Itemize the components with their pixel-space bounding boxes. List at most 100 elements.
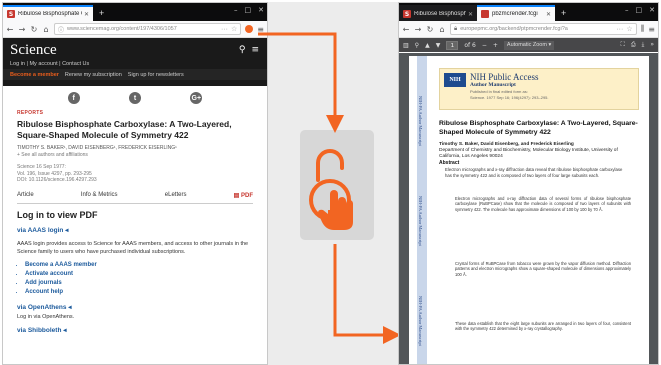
twitter-share-button[interactable]: t xyxy=(128,92,141,104)
affiliations-link[interactable]: + See all authors and affiliations xyxy=(17,152,253,158)
share-buttons: f t G+ xyxy=(3,86,267,108)
prev-page-icon[interactable]: ▲ xyxy=(425,42,430,49)
pdf-toolbar-right: ⛶ ⎙ ⤓ » xyxy=(621,41,654,49)
zoom-in-icon[interactable]: + xyxy=(493,42,498,49)
login-heading: Log in to view PDF xyxy=(17,209,98,220)
zoom-select[interactable]: Automatic Zoom ▾ xyxy=(503,40,555,50)
login-section: Log in to view PDF via AAAS login ◂ AAAS… xyxy=(3,204,267,334)
nih-subtitle: Author Manuscript xyxy=(470,82,516,88)
unpaywall-extension-icon[interactable] xyxy=(245,25,254,33)
search-icon[interactable]: ⚲ xyxy=(415,42,419,49)
library-icon[interactable]: ⫼ xyxy=(641,24,645,34)
url-text: www.sciencemag.org/content/197/4306/1057 xyxy=(67,26,177,32)
new-tab-plus-icon[interactable]: + xyxy=(555,5,572,21)
bookmark-star-icon[interactable]: ☆ xyxy=(626,25,632,33)
reload-icon[interactable]: ↻ xyxy=(30,25,38,34)
body-paragraph: These data establish that the eight larg… xyxy=(455,321,631,332)
close-icon[interactable]: ✕ xyxy=(84,11,89,18)
become-member-link[interactable]: Become a member xyxy=(10,72,59,78)
info-icon[interactable]: ⓘ xyxy=(58,25,64,34)
search-icon[interactable]: ⚲ xyxy=(239,45,246,55)
menu-icon[interactable]: ≡ xyxy=(251,45,259,55)
forward-arrow-icon[interactable]: → xyxy=(414,25,422,34)
close-icon[interactable]: ✕ xyxy=(546,11,551,18)
renew-link[interactable]: Renew my subscription xyxy=(65,72,122,78)
page-actions-icon[interactable]: ··· xyxy=(221,26,228,33)
activate-account-link[interactable]: Activate account xyxy=(25,270,253,279)
account-help-link[interactable]: Account help xyxy=(25,288,253,297)
login-options-list: Become a AAAS member Activate account Ad… xyxy=(17,261,253,297)
next-page-icon[interactable]: ▼ xyxy=(436,42,441,49)
pdf-viewer[interactable]: NIH-PA Author Manuscript NIH-PA Author M… xyxy=(399,53,658,364)
tab-eletters[interactable]: eLetters xyxy=(165,192,187,199)
tab-title: Ribulose Bisphosphate Carbo xyxy=(414,11,466,17)
home-icon[interactable]: ⌂ xyxy=(438,25,446,34)
close-window-icon[interactable]: ✕ xyxy=(649,6,655,14)
via-shibboleth-link[interactable]: via Shibboleth ◂ xyxy=(17,326,253,334)
tab-pdf-render[interactable]: pbzmcrender.fcgi ✕ xyxy=(477,5,555,21)
maximize-icon[interactable]: □ xyxy=(245,6,252,14)
article-authors[interactable]: TIMOTHY S. BAKER¹, DAVID EISENBERG¹, FRE… xyxy=(17,145,253,151)
pdf-label: PDF xyxy=(241,192,253,199)
tab-info-metrics[interactable]: Info & Metrics xyxy=(81,192,118,199)
print-icon[interactable]: ⎙ xyxy=(631,41,636,49)
newsletter-link[interactable]: Sign up for newsletters xyxy=(128,72,184,78)
back-arrow-icon[interactable]: ← xyxy=(402,25,410,34)
section-label: REPORTS xyxy=(17,110,44,116)
tools-icon[interactable]: » xyxy=(650,41,654,49)
page-actions-icon[interactable]: ··· xyxy=(616,26,623,33)
zoom-out-icon[interactable]: − xyxy=(482,42,487,49)
meta-line: DOI: 10.1126/science.196.4297.293 xyxy=(17,177,97,183)
pdf-toolbar: ▥ ⚲ ▲ ▼ 1 of 6 − + Automatic Zoom ▾ ⛶ ⎙ … xyxy=(399,38,658,52)
become-aaas-member-link[interactable]: Become a AAAS member xyxy=(25,261,253,270)
url-bar[interactable]: 🔒︎ europepmc.org/backend/ptpmcrender.fcg… xyxy=(450,23,637,35)
science-logo[interactable]: Science xyxy=(10,42,260,59)
minimize-icon[interactable]: – xyxy=(234,6,238,14)
via-openathens-link[interactable]: via OpenAthens ◂ xyxy=(17,303,253,311)
abstract-heading: Abstract xyxy=(439,160,460,166)
navigation-bar: ← → ↻ ⌂ ⓘ www.sciencemag.org/content/197… xyxy=(3,21,267,38)
science-favicon-icon: S xyxy=(403,10,411,18)
pdf-page: NIH-PA Author Manuscript NIH-PA Author M… xyxy=(409,56,649,364)
science-header: Science ⚲ ≡ Log in | My account | Contac… xyxy=(3,38,267,86)
url-bar[interactable]: ⓘ www.sciencemag.org/content/197/4306/10… xyxy=(54,23,242,35)
tab-article[interactable]: Article xyxy=(17,192,34,199)
lock-icon[interactable]: 🔒︎ xyxy=(454,26,457,33)
window-controls: – □ ✕ xyxy=(234,6,264,14)
twitter-icon: t xyxy=(128,92,141,104)
sidebar-toggle-icon[interactable]: ▥ xyxy=(403,42,409,49)
nih-logo: NIH xyxy=(444,73,466,87)
page-count: of 6 xyxy=(464,41,476,49)
tab-title: Ribulose Bisphosphate Carbox xyxy=(18,11,82,17)
presentation-icon[interactable]: ⛶ xyxy=(621,41,625,49)
home-icon[interactable]: ⌂ xyxy=(42,25,50,34)
tab-pdf[interactable]: ▤ PDF xyxy=(234,192,253,199)
facebook-share-button[interactable]: f xyxy=(67,92,80,104)
via-aaas-link[interactable]: via AAAS login ◂ xyxy=(17,226,253,234)
hamburger-menu-icon[interactable]: ≡ xyxy=(257,25,264,34)
openathens-text: Log in via OpenAthens. xyxy=(17,313,75,320)
hamburger-menu-icon[interactable]: ≡ xyxy=(648,25,655,34)
download-icon[interactable]: ⤓ xyxy=(642,41,645,49)
forward-arrow-icon[interactable]: → xyxy=(18,25,26,34)
chevron-down-icon: ◂ xyxy=(65,226,69,234)
tab-science-article[interactable]: S Ribulose Bisphosphate Carbox ✕ xyxy=(3,5,93,21)
chevron-down-icon: ◂ xyxy=(63,326,67,334)
reload-icon[interactable]: ↻ xyxy=(426,25,434,34)
googleplus-share-button[interactable]: G+ xyxy=(190,92,203,104)
science-browser-window: S Ribulose Bisphosphate Carbox ✕ + – □ ✕… xyxy=(2,2,268,365)
abstract-text: Electron micrographs and x-ray diffracti… xyxy=(445,167,623,178)
close-icon[interactable]: ✕ xyxy=(468,11,473,18)
article-tabs: Article Info & Metrics eLetters ▤ PDF xyxy=(17,192,253,204)
tab-science-article[interactable]: S Ribulose Bisphosphate Carbo ✕ xyxy=(399,5,477,21)
bookmark-star-icon[interactable]: ☆ xyxy=(231,25,237,33)
tab-bar: S Ribulose Bisphosphate Carbo ✕ pbzmcren… xyxy=(399,3,658,21)
minimize-icon[interactable]: – xyxy=(625,6,629,14)
add-journals-link[interactable]: Add journals xyxy=(25,279,253,288)
page-number-input[interactable]: 1 xyxy=(446,40,459,50)
close-window-icon[interactable]: ✕ xyxy=(258,6,264,14)
account-links[interactable]: Log in | My account | Contact Us xyxy=(10,61,260,67)
back-arrow-icon[interactable]: ← xyxy=(6,25,14,34)
new-tab-plus-icon[interactable]: + xyxy=(93,5,110,21)
maximize-icon[interactable]: □ xyxy=(636,6,643,14)
